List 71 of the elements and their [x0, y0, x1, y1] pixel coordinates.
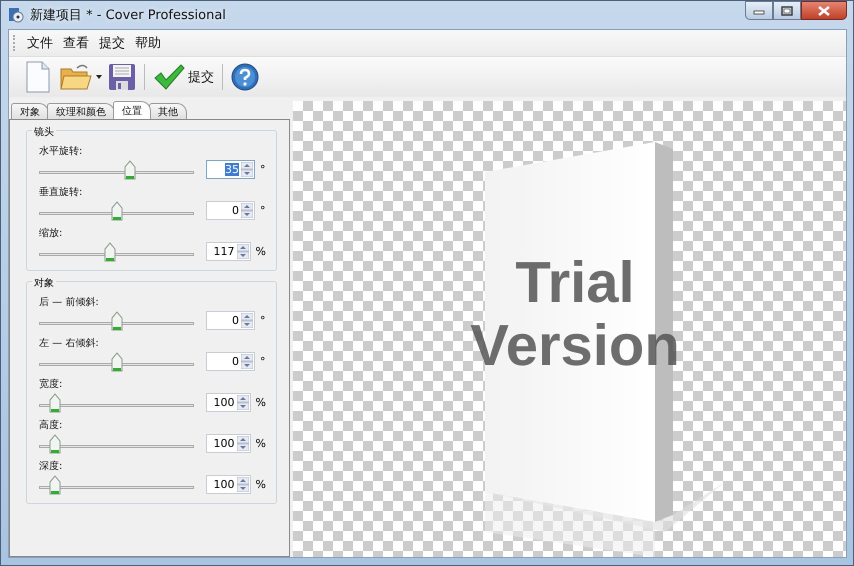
- slider-thumb[interactable]: [104, 242, 116, 262]
- slider[interactable]: [39, 432, 194, 454]
- help-button[interactable]: [229, 63, 261, 91]
- slider[interactable]: [39, 240, 194, 262]
- unit-label: °: [260, 354, 266, 368]
- unit-label: %: [256, 436, 266, 450]
- unit-label: °: [260, 204, 266, 216]
- slider-label: 水平旋转:: [39, 144, 84, 158]
- close-button[interactable]: [801, 1, 847, 20]
- unit-label: %: [256, 244, 266, 258]
- slider-label: 高度:: [39, 418, 64, 432]
- trial-text: Trial: [514, 250, 634, 315]
- unit-label: %: [256, 396, 266, 408]
- spin-arrows-icon[interactable]: [241, 312, 253, 328]
- disc-icon: [8, 7, 24, 23]
- slider-label: 后 — 前倾斜:: [39, 296, 100, 309]
- group-title: 镜头: [32, 125, 56, 139]
- tab[interactable]: 对象: [11, 103, 49, 119]
- slider-label: 深度:: [39, 460, 64, 473]
- spin-field[interactable]: 35: [206, 160, 255, 178]
- unit-label: %: [256, 478, 266, 490]
- slider[interactable]: [39, 392, 194, 412]
- unit-label: °: [260, 314, 266, 326]
- slider-label: 垂直旋转:: [39, 186, 84, 199]
- save-button[interactable]: [106, 63, 138, 91]
- version-text: Version: [470, 313, 680, 378]
- menu-item[interactable]: 帮助: [131, 32, 165, 54]
- dropdown-caret-icon[interactable]: [96, 75, 102, 79]
- spin-field[interactable]: 100: [206, 392, 251, 412]
- spin-field[interactable]: 0: [206, 310, 255, 330]
- menu-item[interactable]: 查看: [59, 32, 93, 54]
- slider[interactable]: [39, 200, 194, 220]
- slider[interactable]: [39, 310, 194, 330]
- spin-arrows-icon[interactable]: [236, 394, 249, 410]
- spin-arrows-icon[interactable]: [241, 202, 253, 218]
- submit-button[interactable]: 提交: [151, 63, 216, 91]
- maximize-icon[interactable]: [781, 6, 793, 16]
- slider-thumb[interactable]: [48, 392, 60, 412]
- slider-thumb[interactable]: [110, 310, 122, 330]
- spin-field[interactable]: 100: [206, 474, 251, 494]
- group-title: 对象: [32, 276, 56, 290]
- spin-field[interactable]: 0: [206, 200, 255, 220]
- slider-thumb[interactable]: [110, 200, 122, 220]
- maximize-button[interactable]: [773, 1, 801, 20]
- slider[interactable]: [39, 474, 194, 494]
- slider-label: 宽度:: [39, 378, 64, 391]
- tab[interactable]: 位置: [113, 101, 151, 119]
- spin-arrows-icon[interactable]: [236, 244, 249, 258]
- spin-arrows-icon[interactable]: [241, 354, 253, 368]
- spin-field[interactable]: 0: [206, 352, 255, 370]
- spin-field[interactable]: 117: [206, 242, 251, 260]
- slider-thumb[interactable]: [124, 160, 136, 180]
- slider-thumb[interactable]: [48, 434, 60, 454]
- spin-arrows-icon[interactable]: [236, 436, 249, 450]
- spin-arrows-icon[interactable]: [236, 476, 249, 492]
- menu-item[interactable]: 文件: [23, 32, 57, 54]
- minimize-button[interactable]: [745, 1, 773, 20]
- tab[interactable]: 纹理和颜色: [47, 103, 115, 119]
- spin-field[interactable]: 100: [206, 434, 251, 452]
- slider-thumb[interactable]: [48, 474, 60, 494]
- slider-label: 左 — 右倾斜:: [39, 336, 100, 350]
- tab[interactable]: 其他: [149, 103, 187, 119]
- spin-arrows-icon[interactable]: [241, 162, 253, 176]
- window-title: 新建项目 * - Cover Professional: [30, 7, 226, 24]
- slider[interactable]: [39, 158, 194, 180]
- slider-thumb[interactable]: [110, 352, 122, 372]
- close-icon[interactable]: [817, 6, 831, 16]
- slider[interactable]: [39, 350, 194, 372]
- menu-item[interactable]: 提交: [95, 32, 129, 54]
- slider-label: 缩放:: [39, 226, 64, 240]
- unit-label: °: [260, 162, 266, 176]
